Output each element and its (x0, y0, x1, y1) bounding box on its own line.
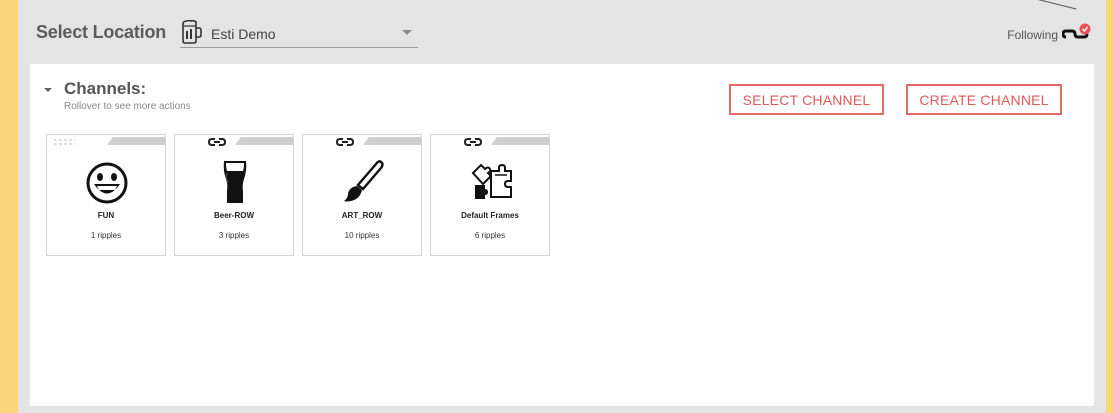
tile-name: FUN (97, 211, 115, 220)
channels-subtitle: Rollover to see more actions (64, 101, 191, 112)
tile-ripple-count: 3 ripples (218, 231, 250, 240)
link-icon (208, 138, 226, 146)
tile-name: Beer-ROW (213, 211, 254, 220)
create-channel-button[interactable]: CREATE CHANNEL (906, 84, 1062, 115)
puzzle-icon (471, 163, 512, 199)
link-icon (336, 138, 354, 146)
tile-tab (107, 137, 165, 145)
channel-tile-fun[interactable]: FUN 1 ripples (46, 134, 166, 256)
app-frame: Select Location Esti Demo Following Chan… (18, 0, 1106, 413)
following-link-icon[interactable] (1062, 22, 1092, 44)
beer-glass-icon (223, 161, 247, 203)
channel-tile-beer-row[interactable]: Beer-ROW 3 ripples (174, 134, 294, 256)
top-bar: Select Location Esti Demo Following (18, 0, 1106, 62)
smiley-face-icon (86, 162, 128, 204)
select-channel-button[interactable]: SELECT CHANNEL (729, 84, 884, 115)
tile-tab (491, 137, 549, 145)
collapse-caret-icon[interactable] (44, 88, 52, 92)
tile-tab (363, 137, 421, 145)
chevron-down-icon (402, 30, 412, 35)
location-value: Esti Demo (211, 26, 276, 42)
channel-tile-default-frames[interactable]: Default Frames 6 ripples (430, 134, 550, 256)
channels-panel: Channels: Rollover to see more actions S… (30, 64, 1094, 406)
channel-tile-art-row[interactable]: ART_ROW 10 ripples (302, 134, 422, 256)
channels-title: Channels: (64, 79, 147, 98)
tile-ripple-count: 6 ripples (474, 231, 506, 240)
tile-tab (235, 137, 293, 145)
link-icon (464, 138, 482, 146)
beer-mug-icon (182, 20, 202, 44)
following-label: Following (1007, 28, 1058, 42)
select-location-label: Select Location (36, 22, 167, 42)
tile-name: Default Frames (461, 211, 519, 220)
location-dropdown[interactable]: Esti Demo (180, 20, 418, 48)
paintbrush-icon (344, 160, 384, 202)
tile-name: ART_ROW (341, 211, 383, 220)
divider-line (1017, 0, 1077, 10)
tile-ripple-count: 10 ripples (344, 231, 380, 240)
tile-ripple-count: 1 ripples (90, 231, 122, 240)
drag-handle-icon[interactable] (53, 138, 75, 146)
